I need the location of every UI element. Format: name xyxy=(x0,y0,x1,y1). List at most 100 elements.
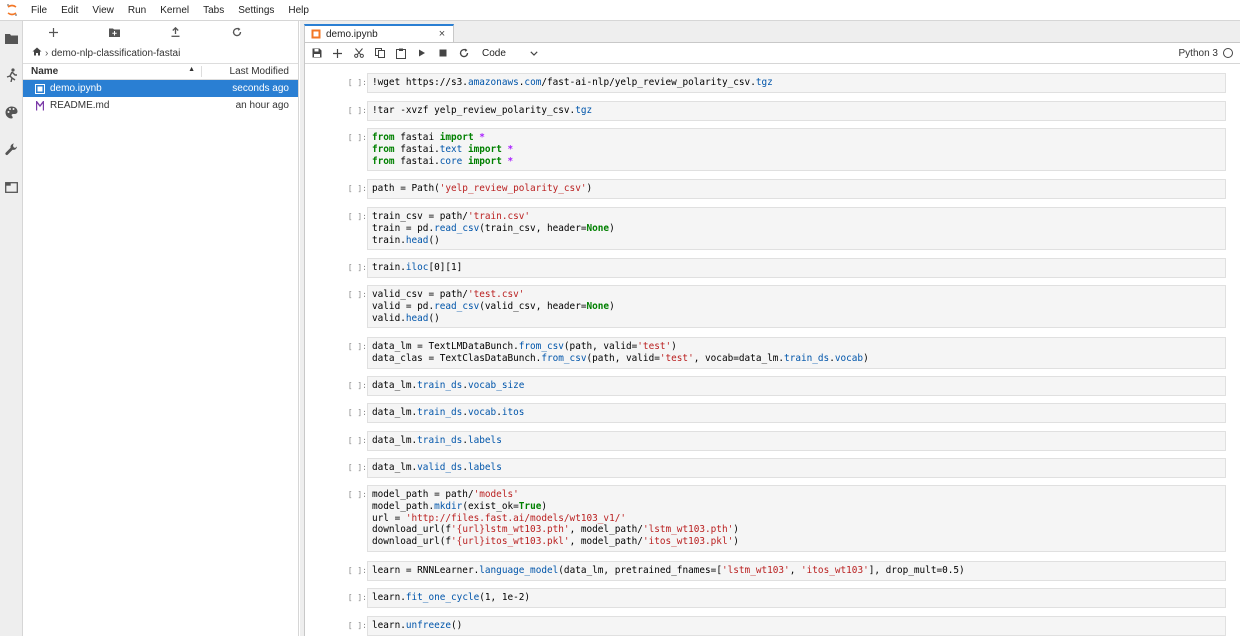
cell-editor[interactable]: data_lm.valid_ds.labels xyxy=(367,458,1226,478)
palette-icon[interactable] xyxy=(4,105,19,120)
refresh-button[interactable] xyxy=(206,21,267,43)
menu-settings[interactable]: Settings xyxy=(231,0,281,21)
code-cell[interactable]: [ ]: data_lm.train_ds.labels xyxy=(305,431,1240,451)
cell-editor[interactable]: learn.unfreeze() xyxy=(367,616,1226,636)
menu-view[interactable]: View xyxy=(85,0,121,21)
cell-prompt: [ ]: xyxy=(347,436,367,445)
file-name: README.md xyxy=(50,100,110,111)
code-cell[interactable]: [ ]: from fastai import * from fastai.text… xyxy=(305,128,1240,171)
file-browser: › demo-nlp-classification-fastai Name ▲ … xyxy=(23,21,299,636)
cell-prompt: [ ]: xyxy=(347,263,367,272)
cell-type-value: Code xyxy=(482,47,506,59)
sort-ascending-icon: ▲ xyxy=(188,66,195,73)
file-modified: an hour ago xyxy=(235,100,289,111)
code-line: valid.head() xyxy=(372,312,440,324)
cell-editor[interactable]: !wget https://s3.amazonaws.com/fast-ai-n… xyxy=(367,73,1226,93)
cell-editor[interactable]: learn = RNNLearner.language_model(data_l… xyxy=(367,561,1226,581)
copy-button[interactable] xyxy=(369,43,390,64)
code-cell[interactable]: [ ]: valid_csv = path/'test.csv' valid = p… xyxy=(305,285,1240,328)
save-button[interactable] xyxy=(306,43,327,64)
menu-kernel[interactable]: Kernel xyxy=(153,0,196,21)
notebook-icon xyxy=(34,83,46,95)
cell-editor[interactable]: model_path = path/'models' model_path.mkd… xyxy=(367,485,1226,552)
close-tab-icon[interactable]: × xyxy=(435,28,449,40)
cell-editor[interactable]: data_lm.train_ds.labels xyxy=(367,431,1226,451)
new-folder-button[interactable] xyxy=(84,21,145,43)
cell-type-select[interactable]: Code xyxy=(479,45,541,61)
file-row-readme-md[interactable]: README.md an hour ago xyxy=(23,97,298,114)
upload-button[interactable] xyxy=(145,21,206,43)
cell-prompt: [ ]: xyxy=(347,621,367,630)
code-line: model_path.mkdir(exist_ok=True) xyxy=(372,500,548,512)
code-cell[interactable]: [ ]: data_lm.valid_ds.labels xyxy=(305,458,1240,478)
menu-bar: File Edit View Run Kernel Tabs Settings … xyxy=(0,0,1240,21)
code-line: data_lm.valid_ds.labels xyxy=(372,462,502,473)
column-name-label: Name xyxy=(31,66,59,77)
code-cell[interactable]: [ ]: path = Path('yelp_review_polarity_cs… xyxy=(305,179,1240,199)
code-cell[interactable]: [ ]: train_csv = path/'train.csv' train = … xyxy=(305,207,1240,250)
running-icon[interactable] xyxy=(4,67,19,82)
code-cell[interactable]: [ ]: !wget https://s3.amazonaws.com/fast-… xyxy=(305,73,1240,93)
code-cell[interactable]: [ ]: train.iloc[0][1] xyxy=(305,258,1240,278)
cell-editor[interactable]: path = Path('yelp_review_polarity_csv') xyxy=(367,179,1226,199)
cell-prompt: [ ]: xyxy=(347,133,367,142)
menu-file[interactable]: File xyxy=(24,0,54,21)
column-modified-header[interactable]: Last Modified xyxy=(201,66,298,77)
new-launcher-button[interactable] xyxy=(23,21,84,43)
column-name-header[interactable]: Name ▲ xyxy=(23,66,201,77)
file-row-demo-ipynb[interactable]: demo.ipynb seconds ago xyxy=(23,80,298,97)
cell-editor[interactable]: valid_csv = path/'test.csv' valid = pd.re… xyxy=(367,285,1226,328)
tabs-icon[interactable] xyxy=(4,180,19,195)
menu-run[interactable]: Run xyxy=(121,0,153,21)
code-line: path = Path('yelp_review_polarity_csv') xyxy=(372,183,593,194)
cell-editor[interactable]: train_csv = path/'train.csv' train = pd.r… xyxy=(367,207,1226,250)
paste-button[interactable] xyxy=(390,43,411,64)
code-line: learn = RNNLearner.language_model(data_l… xyxy=(372,565,965,576)
code-cell[interactable]: [ ]: learn.unfreeze() xyxy=(305,616,1240,636)
cell-prompt: [ ]: xyxy=(347,408,367,417)
cell-editor[interactable]: from fastai import * from fastai.text imp… xyxy=(367,128,1226,171)
interrupt-kernel-button[interactable] xyxy=(432,43,453,64)
cell-prompt: [ ]: xyxy=(347,290,367,299)
code-line: url = 'http://files.fast.ai/models/wt103… xyxy=(372,512,626,524)
insert-cell-button[interactable] xyxy=(327,43,348,64)
menu-tabs[interactable]: Tabs xyxy=(196,0,231,21)
tab-demo-ipynb[interactable]: demo.ipynb × xyxy=(304,24,454,42)
wrench-icon[interactable] xyxy=(4,142,19,157)
cell-prompt: [ ]: xyxy=(347,212,367,221)
folder-icon[interactable] xyxy=(4,31,19,46)
cell-editor[interactable]: data_lm.train_ds.vocab_size xyxy=(367,376,1226,396)
kernel-idle-status-icon xyxy=(1223,48,1233,58)
code-cell[interactable]: [ ]: learn = RNNLearner.language_model(da… xyxy=(305,561,1240,581)
cell-editor[interactable]: !tar -xvzf yelp_review_polarity_csv.tgz xyxy=(367,101,1226,121)
code-cell[interactable]: [ ]: !tar -xvzf yelp_review_polarity_csv.… xyxy=(305,101,1240,121)
cell-prompt: [ ]: xyxy=(347,342,367,351)
code-cell[interactable]: [ ]: data_lm.train_ds.vocab.itos xyxy=(305,403,1240,423)
menu-help[interactable]: Help xyxy=(281,0,316,21)
code-line: data_lm.train_ds.vocab_size xyxy=(372,380,525,391)
cell-editor[interactable]: data_lm = TextLMDataBunch.from_csv(path,… xyxy=(367,337,1226,369)
code-cell[interactable]: [ ]: data_lm = TextLMDataBunch.from_csv(p… xyxy=(305,337,1240,369)
cell-editor[interactable]: data_lm.train_ds.vocab.itos xyxy=(367,403,1226,423)
code-line: train.iloc[0][1] xyxy=(372,262,463,273)
code-cell[interactable]: [ ]: learn.fit_one_cycle(1, 1e-2) xyxy=(305,588,1240,608)
code-cell[interactable]: [ ]: model_path = path/'models' model_path… xyxy=(305,485,1240,552)
code-line: valid_csv = path/'test.csv' xyxy=(372,289,525,300)
cell-editor[interactable]: train.iloc[0][1] xyxy=(367,258,1226,278)
code-line: learn.unfreeze() xyxy=(372,620,463,631)
restart-kernel-button[interactable] xyxy=(453,43,474,64)
code-line: download_url(f'{url}lstm_wt103.pth', mod… xyxy=(372,524,739,536)
code-line: data_lm.train_ds.vocab.itos xyxy=(372,407,525,418)
menu-edit[interactable]: Edit xyxy=(54,0,85,21)
cell-prompt: [ ]: xyxy=(347,463,367,472)
kernel-name[interactable]: Python 3 xyxy=(1179,43,1218,64)
cell-editor[interactable]: learn.fit_one_cycle(1, 1e-2) xyxy=(367,588,1226,608)
home-icon[interactable] xyxy=(32,47,42,59)
code-cell[interactable]: [ ]: data_lm.train_ds.vocab_size xyxy=(305,376,1240,396)
main-dock-area: demo.ipynb × Code Python 3 []: !wget ht… xyxy=(300,21,1240,636)
cell-prompt: [ ]: xyxy=(347,490,367,499)
breadcrumb-folder[interactable]: demo-nlp-classification-fastai xyxy=(51,48,180,59)
notebook-panel: Code Python 3 [ ]: !wget https://s3.amazo… xyxy=(304,42,1240,636)
run-cell-button[interactable] xyxy=(411,43,432,64)
cut-button[interactable] xyxy=(348,43,369,64)
